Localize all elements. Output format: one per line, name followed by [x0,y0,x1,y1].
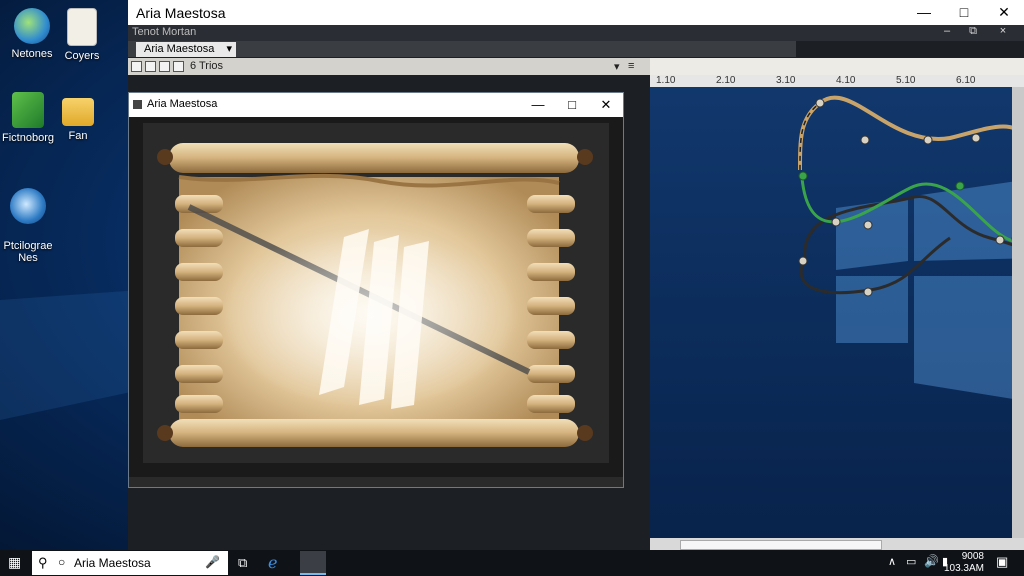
inner-minimize-icon[interactable]: – [938,25,956,37]
notifications-icon[interactable]: ▣ [996,554,1008,570]
tab-aria-maestosa[interactable]: Aria Maestosa ▾ [136,42,236,57]
chevron-up-icon[interactable]: ∧ [888,555,896,568]
play-icon[interactable] [173,61,184,72]
dialog-title: Aria Maestosa [147,98,218,110]
desktop-icon-fan[interactable]: Fan [46,92,110,142]
inner-close-icon[interactable]: × [994,25,1012,37]
maximize-button[interactable]: □ [944,0,984,25]
close-button[interactable]: ✕ [984,0,1024,25]
chevron-down-icon[interactable]: ▾ [226,42,232,57]
app-taskbar-icon[interactable] [300,551,326,575]
dialog-close-button[interactable]: ✕ [589,93,623,117]
start-button[interactable]: ▦ [8,554,21,571]
save-icon[interactable] [159,61,170,72]
new-icon[interactable] [131,61,142,72]
app-icon [12,92,44,128]
main-titlebar: Aria Maestosa — □ ✕ [128,0,1024,25]
scroll-thumb[interactable] [680,540,882,550]
minimize-button[interactable]: — [904,0,944,25]
automation-curves[interactable] [650,58,1024,550]
window-title: Aria Maestosa [136,5,226,21]
folder-icon [62,98,94,126]
network-icon[interactable]: ▭ [906,555,916,568]
timeline-horizontal-scrollbar[interactable] [650,538,1024,550]
toolbar: 6 Trios ▾ ≡ [128,58,650,75]
toolbar-menu-icon[interactable]: ≡ [628,60,634,72]
desktop-icon-ptcilograe[interactable]: Ptcilograe Nes [0,176,60,264]
tracks-label: 6 Trios [190,60,224,72]
dialog-minimize-button[interactable]: — [521,93,555,117]
microphone-icon[interactable]: 🎤 [205,555,220,569]
app-icon [133,100,142,109]
taskbar-clock[interactable]: 9008 103.3AM [944,551,984,575]
menubar: Tenot Mortan – ⧉ × [128,25,1024,41]
dialog-statusbar [129,477,623,487]
task-view-icon[interactable]: ⧉ [238,555,247,571]
taskbar-search[interactable]: ⚲ ○ Aria Maestosa 🎤 [32,551,228,575]
edge-icon[interactable]: ℯ [268,553,277,573]
dialog-maximize-button[interactable]: □ [555,93,589,117]
timeline-panel: 1.10 2.10 3.10 4.10 5.10 6.10 [650,58,1024,550]
document-icon [67,8,97,46]
dialog-titlebar: Aria Maestosa — □ ✕ [129,93,623,117]
search-icon: ⚲ [38,555,48,570]
score-dialog: Aria Maestosa — □ ✕ [128,92,624,488]
timeline-vertical-scrollbar[interactable] [1012,87,1024,538]
volume-icon[interactable]: 🔊 [924,554,939,568]
document-name: Tenot Mortan [132,26,197,38]
globe-icon [10,188,46,224]
open-icon[interactable] [145,61,156,72]
tabbar: Aria Maestosa ▾ [128,41,796,57]
desktop-icon-coyers[interactable]: Coyers [50,8,114,62]
parchment-scroll-image [129,117,623,477]
taskbar: ▦ ⚲ ○ Aria Maestosa 🎤 ⧉ ℯ ∧ ▭ 🔊 ▮ 9008 1… [0,550,1024,576]
toolbar-chevron-icon[interactable]: ▾ [614,60,620,73]
search-input[interactable]: Aria Maestosa [74,556,151,570]
globe-icon [14,8,50,44]
cortana-icon: ○ [58,555,66,569]
scroll-artwork [129,117,623,487]
inner-restore-icon[interactable]: ⧉ [964,25,982,38]
curve-tan [818,95,1024,141]
